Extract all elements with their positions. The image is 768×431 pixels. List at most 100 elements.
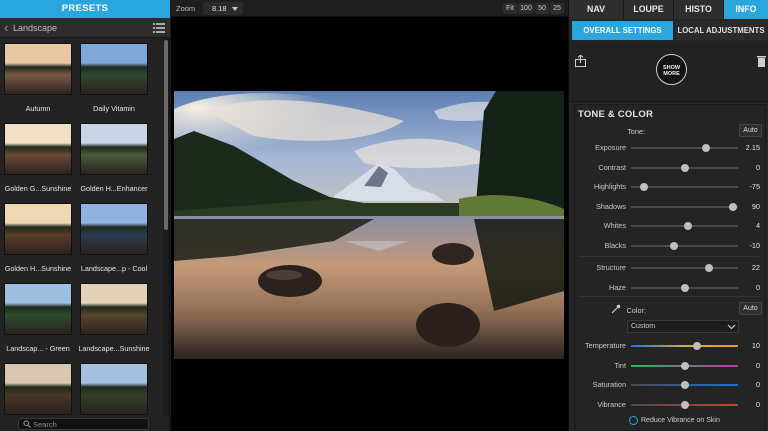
preset-thumbnail[interactable] bbox=[4, 363, 72, 415]
preset-label: Autumn bbox=[25, 104, 51, 113]
eyedropper-icon[interactable] bbox=[611, 304, 621, 314]
color-auto-button[interactable]: Auto bbox=[739, 302, 762, 315]
preset-label: Daily Vitamin bbox=[93, 104, 135, 113]
section-divider bbox=[579, 296, 759, 297]
preset-search-field[interactable]: Search bbox=[18, 418, 149, 430]
tab-local-adjustments[interactable]: LOCAL ADJUSTMENTS bbox=[675, 21, 767, 40]
trash-icon[interactable] bbox=[757, 55, 766, 67]
preset-thumbnail[interactable] bbox=[80, 203, 148, 255]
slider-label: Whites bbox=[603, 221, 626, 230]
preset-item[interactable]: Golden H...Enhancer bbox=[78, 123, 150, 193]
slider-track[interactable] bbox=[631, 283, 738, 292]
preset-thumbnail[interactable] bbox=[4, 123, 72, 175]
slider-handle[interactable] bbox=[669, 241, 678, 250]
slider-label: Shadows bbox=[595, 201, 626, 211]
reduce-vibrance-label: Reduce Vibrance on Skin bbox=[641, 417, 720, 424]
show-more-button[interactable]: SHOW MORE bbox=[656, 54, 687, 85]
slider-track[interactable] bbox=[631, 400, 738, 409]
preset-item[interactable]: Landscape...Sunshine bbox=[78, 283, 150, 353]
tone-auto-button[interactable]: Auto bbox=[739, 124, 762, 137]
tab-histo[interactable]: HISTO bbox=[674, 0, 724, 19]
color-label: Color: bbox=[626, 306, 646, 315]
slider-value: 0 bbox=[755, 399, 760, 409]
slider-track[interactable] bbox=[631, 241, 738, 250]
presets-header: PRESETS bbox=[0, 0, 170, 18]
zoom-50-button[interactable]: 50 bbox=[535, 3, 549, 14]
slider-track[interactable] bbox=[631, 222, 738, 230]
preset-item[interactable]: Golden H...Sunshine bbox=[2, 203, 74, 273]
preset-thumbnail[interactable] bbox=[4, 283, 72, 335]
slider-value: 4 bbox=[755, 221, 760, 230]
slider-handle[interactable] bbox=[680, 361, 689, 370]
slider-label: Haze bbox=[608, 282, 626, 292]
slider-handle[interactable] bbox=[728, 202, 737, 211]
slider-handle[interactable] bbox=[680, 400, 689, 409]
preset-item[interactable] bbox=[78, 363, 150, 416]
chevron-down-icon bbox=[727, 324, 736, 330]
preset-thumbnail[interactable] bbox=[80, 363, 148, 415]
preset-thumbnail[interactable] bbox=[80, 123, 148, 175]
zoom-toolbar: Zoom 8.18 Fit 100 50 25 bbox=[171, 0, 568, 17]
slider-value: 0 bbox=[755, 380, 760, 389]
preset-item[interactable]: Landscap... - Green bbox=[2, 283, 74, 353]
zoom-dropdown[interactable]: 8.18 bbox=[203, 2, 243, 15]
slider-track[interactable] bbox=[631, 264, 738, 272]
slider-label: Saturation bbox=[592, 380, 626, 389]
presets-scrollbar[interactable] bbox=[163, 38, 169, 416]
slider-track[interactable] bbox=[631, 361, 738, 370]
preset-category-label: Landscape bbox=[13, 23, 58, 33]
slider-handle[interactable] bbox=[680, 381, 689, 389]
search-icon bbox=[23, 420, 31, 428]
panel-tools-row: SHOW MORE bbox=[569, 41, 768, 102]
slider-label: Contrast bbox=[598, 162, 626, 172]
slider-value: 90 bbox=[751, 201, 760, 211]
preset-thumbnail[interactable] bbox=[4, 203, 72, 255]
dropdown-arrow-icon bbox=[232, 7, 238, 11]
tab-nav[interactable]: NAV bbox=[569, 0, 624, 19]
zoom-100-button[interactable]: 100 bbox=[518, 3, 534, 14]
preset-item[interactable]: Landscape...p - Cool bbox=[78, 203, 150, 273]
slider-value: 22 bbox=[751, 263, 760, 272]
slider-track[interactable] bbox=[631, 183, 738, 191]
slider-track[interactable] bbox=[631, 163, 738, 172]
slider-handle[interactable] bbox=[683, 222, 692, 230]
preset-item[interactable]: Autumn bbox=[2, 43, 74, 113]
preset-thumbnail[interactable] bbox=[80, 43, 148, 95]
preset-item[interactable] bbox=[2, 363, 74, 416]
slider-handle[interactable] bbox=[701, 144, 710, 152]
reduce-vibrance-toggle[interactable]: Reduce Vibrance on Skin bbox=[629, 416, 768, 428]
preset-thumbnail[interactable] bbox=[4, 43, 72, 95]
zoom-fit-button[interactable]: Fit bbox=[503, 3, 517, 14]
slider-handle[interactable] bbox=[680, 163, 689, 172]
tab-info[interactable]: INFO bbox=[724, 0, 768, 19]
grid-view-icon[interactable] bbox=[153, 23, 165, 33]
section-title: TONE & COLOR bbox=[578, 109, 654, 120]
search-placeholder: Search bbox=[33, 420, 57, 429]
preset-label: Landscap... - Green bbox=[6, 344, 70, 353]
preset-item[interactable]: Daily Vitamin bbox=[78, 43, 150, 113]
tone-label: Tone: bbox=[627, 127, 645, 136]
preset-item[interactable]: Golden G...Sunshine bbox=[2, 123, 74, 193]
preset-label: Golden H...Enhancer bbox=[80, 184, 148, 193]
slider-value: -10 bbox=[749, 240, 760, 250]
scrollbar-thumb[interactable] bbox=[164, 40, 168, 230]
edited-photo[interactable] bbox=[174, 91, 564, 359]
preset-thumbnail[interactable] bbox=[80, 283, 148, 335]
tab-loupe[interactable]: LOUPE bbox=[624, 0, 674, 19]
slider-track[interactable] bbox=[631, 342, 738, 350]
zoom-25-button[interactable]: 25 bbox=[550, 3, 564, 14]
slider-track[interactable] bbox=[631, 144, 738, 152]
export-icon[interactable] bbox=[575, 55, 586, 67]
adjustments-panel: NAV LOUPE HISTO INFO OVERALL SETTINGS LO… bbox=[568, 0, 768, 431]
slider-track[interactable] bbox=[631, 381, 738, 389]
color-preset-dropdown[interactable]: Custom bbox=[627, 320, 739, 333]
slider-handle[interactable] bbox=[680, 283, 689, 292]
slider-handle[interactable] bbox=[639, 183, 648, 191]
slider-label: Vibrance bbox=[597, 399, 626, 409]
slider-label: Highlights bbox=[593, 182, 626, 191]
tab-overall-settings[interactable]: OVERALL SETTINGS bbox=[572, 21, 673, 40]
preset-category-bar[interactable]: ‹ Landscape bbox=[0, 18, 170, 38]
chevron-left-icon[interactable]: ‹ bbox=[4, 20, 8, 35]
radio-icon[interactable] bbox=[629, 416, 638, 425]
slider-track[interactable] bbox=[631, 202, 738, 211]
